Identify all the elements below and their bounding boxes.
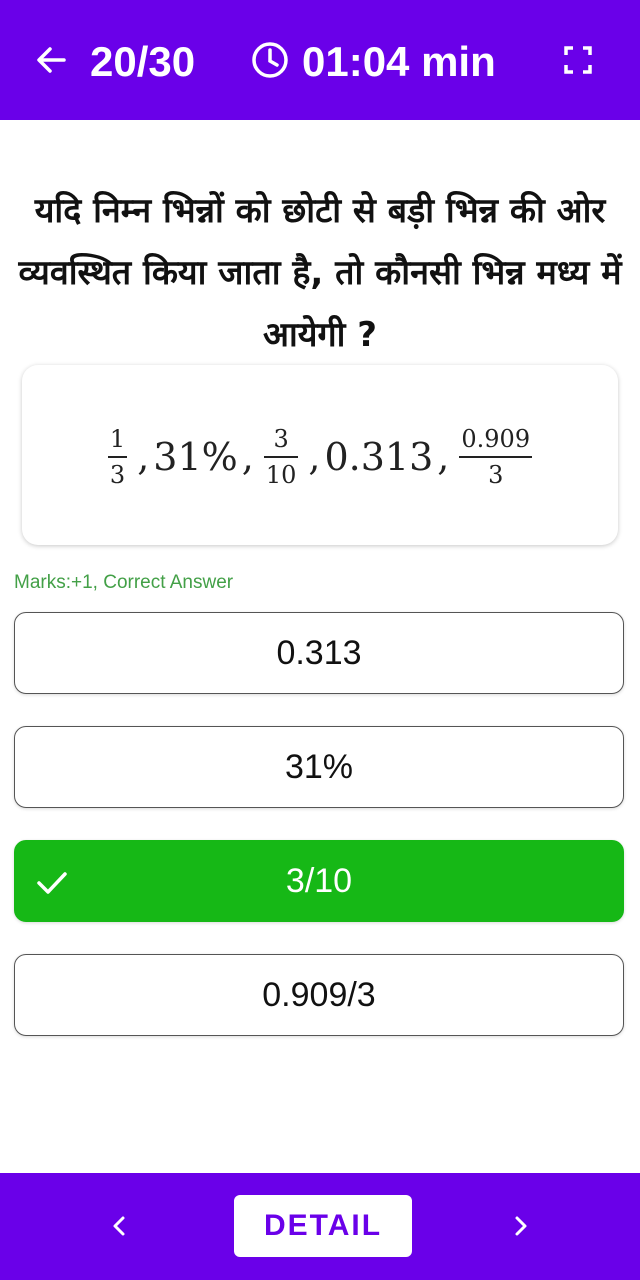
- expression-card: 1 3 , 31% , 3 10 , 0.313 , 0.909 3: [22, 365, 618, 545]
- fraction-expression: 1 3 , 31% , 3 10 , 0.313 , 0.909 3: [22, 407, 618, 507]
- option-c-correct[interactable]: 3/10: [14, 840, 624, 922]
- fraction-numerator: 0.909: [461, 425, 531, 453]
- fraction-denominator: 3: [109, 461, 126, 489]
- previous-button[interactable]: [104, 1211, 134, 1241]
- comma: ,: [308, 435, 321, 479]
- option-b[interactable]: 31%: [14, 726, 624, 808]
- fraction-0909-3: 0.909 3: [459, 424, 533, 490]
- back-button[interactable]: [30, 38, 74, 82]
- quiz-screen: 20/30 01:04 min यदि निम्न भिन्नों को छोट…: [0, 0, 640, 1280]
- comma: ,: [137, 435, 150, 479]
- question-counter: 20/30: [90, 38, 196, 85]
- bottom-bar: DETAIL: [0, 1173, 640, 1280]
- fullscreen-icon: [564, 46, 592, 74]
- fraction-bar: [107, 456, 128, 458]
- check-icon: [37, 872, 67, 894]
- comma: ,: [241, 435, 254, 479]
- arrow-left-icon: [37, 47, 66, 73]
- option-d[interactable]: 0.909/3: [14, 954, 624, 1036]
- fraction-3-10: 3 10: [263, 424, 299, 490]
- fraction-bar: [263, 456, 299, 458]
- timer: 01:04 min: [302, 38, 496, 85]
- comma: ,: [437, 435, 450, 479]
- percent-value: 31%: [153, 435, 238, 479]
- top-bar: 20/30 01:04 min: [0, 0, 640, 120]
- decimal-value: 0.313: [324, 435, 434, 479]
- option-label: 0.909/3: [262, 975, 376, 1014]
- fraction-bar: [459, 456, 533, 458]
- chevron-right-icon: [515, 1216, 527, 1236]
- marks-label: Marks:+1, Correct Answer: [14, 572, 234, 593]
- fraction-1-3: 1 3: [107, 424, 128, 490]
- option-label: 3/10: [285, 861, 353, 900]
- fraction-numerator: 3: [273, 425, 289, 453]
- question-text: यदि निम्न भिन्नों को छोटी से बड़ी भिन्न …: [18, 191, 622, 355]
- option-label: 0.313: [276, 633, 362, 672]
- option-label: 31%: [284, 747, 354, 786]
- detail-button[interactable]: DETAIL: [234, 1195, 412, 1257]
- clock-icon: [250, 40, 290, 80]
- fullscreen-button[interactable]: [562, 44, 594, 76]
- fraction-denominator: 10: [265, 461, 297, 489]
- next-button[interactable]: [506, 1211, 536, 1241]
- fraction-denominator: 3: [488, 461, 504, 489]
- option-a[interactable]: 0.313: [14, 612, 624, 694]
- chevron-left-icon: [113, 1216, 125, 1236]
- fraction-numerator: 1: [109, 425, 126, 453]
